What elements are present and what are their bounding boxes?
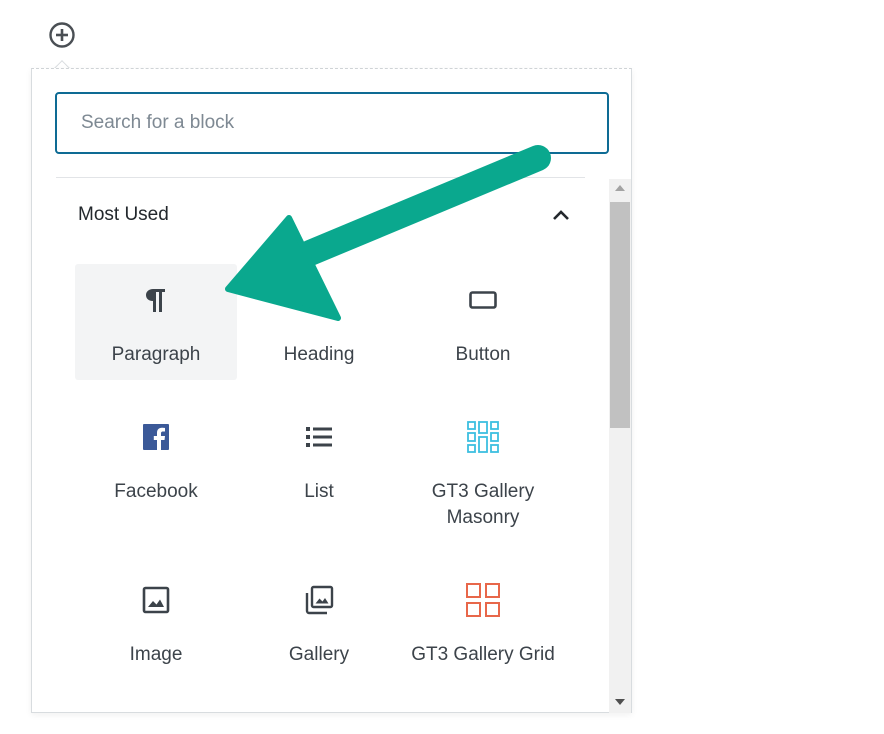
block-label: Gallery bbox=[288, 644, 350, 665]
list-icon bbox=[238, 419, 400, 455]
block-label: Heading bbox=[283, 344, 355, 365]
block-item-image[interactable]: Image bbox=[75, 564, 237, 680]
grid-gallery-icon bbox=[402, 582, 564, 618]
heading-icon bbox=[238, 282, 400, 318]
most-used-panel-toggle[interactable]: Most Used bbox=[56, 181, 586, 249]
panel-title: Most Used bbox=[78, 204, 169, 225]
block-label: Image bbox=[129, 644, 183, 665]
plus-circle-icon bbox=[49, 22, 75, 48]
block-item-gt3-gallery-masonry[interactable]: GT3 Gallery Masonry bbox=[402, 401, 564, 528]
block-item-paragraph[interactable]: Paragraph bbox=[75, 264, 237, 380]
block-label: Button bbox=[455, 344, 511, 365]
block-item-facebook[interactable]: Facebook bbox=[75, 401, 237, 517]
inserter-toggle-button[interactable] bbox=[47, 20, 77, 50]
block-label: List bbox=[304, 481, 334, 502]
block-item-gallery[interactable]: Gallery bbox=[238, 564, 400, 680]
blocks-scrollbar[interactable] bbox=[609, 179, 631, 713]
gallery-icon bbox=[238, 582, 400, 618]
block-item-list[interactable]: List bbox=[238, 401, 400, 517]
block-inserter-popover: Most Used Paragraph Heading Butt bbox=[31, 68, 632, 713]
facebook-icon bbox=[75, 419, 237, 455]
block-label: Paragraph bbox=[111, 344, 201, 365]
block-item-gt3-gallery-grid[interactable]: GT3 Gallery Grid bbox=[402, 564, 564, 680]
block-label: GT3 Gallery Masonry bbox=[431, 481, 535, 528]
masonry-gallery-icon bbox=[402, 419, 564, 455]
search-divider bbox=[56, 177, 585, 178]
block-label: Facebook bbox=[114, 481, 198, 502]
paragraph-icon bbox=[75, 282, 237, 318]
block-search-input[interactable] bbox=[55, 92, 609, 154]
scroll-down-arrow-icon[interactable] bbox=[615, 699, 625, 705]
image-icon bbox=[75, 582, 237, 618]
block-item-button[interactable]: Button bbox=[402, 264, 564, 380]
button-icon bbox=[402, 282, 564, 318]
scroll-up-arrow-icon[interactable] bbox=[615, 185, 625, 191]
block-label: GT3 Gallery Grid bbox=[411, 644, 555, 665]
block-item-heading[interactable]: Heading bbox=[238, 264, 400, 380]
scrollbar-thumb[interactable] bbox=[610, 202, 630, 428]
chevron-up-icon bbox=[550, 204, 572, 226]
